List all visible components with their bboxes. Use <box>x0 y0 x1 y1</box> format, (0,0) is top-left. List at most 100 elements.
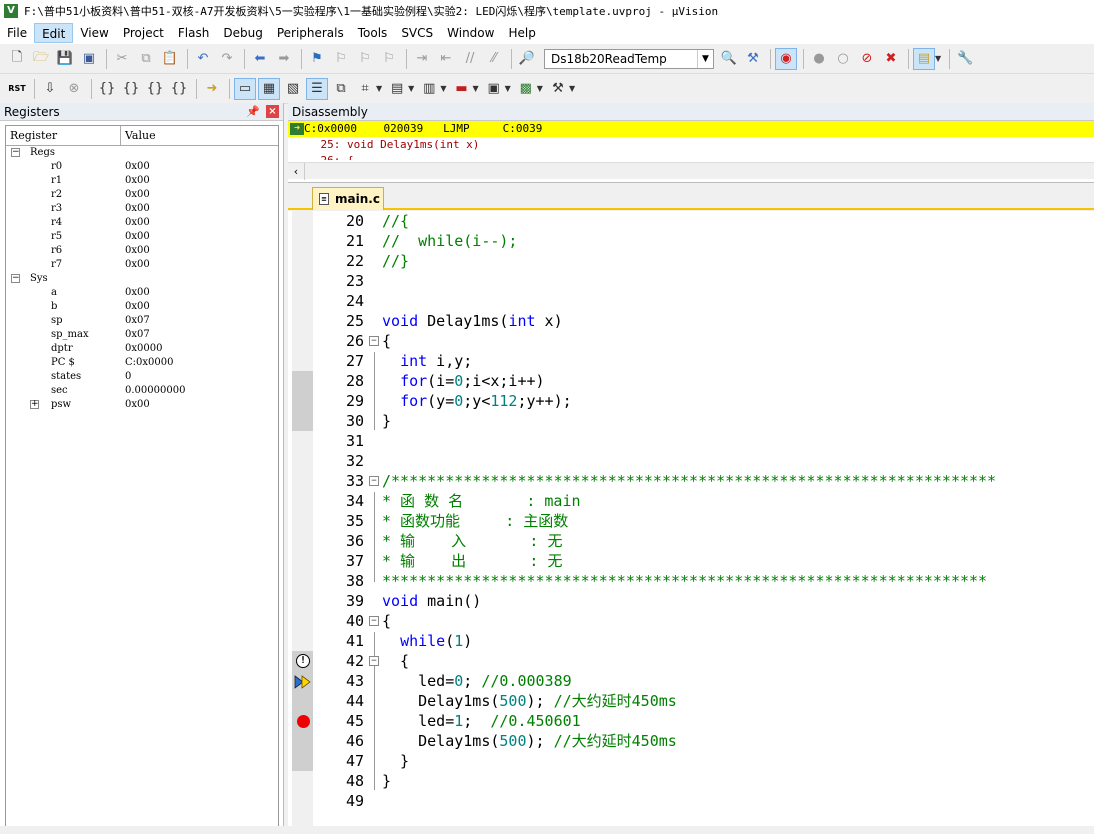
registers-window-icon[interactable]: ☰ <box>306 77 328 100</box>
undo-icon[interactable]: ↶ <box>192 48 214 70</box>
code-line[interactable]: 43 led=0; //0.000389 <box>288 671 1094 691</box>
code-line[interactable]: 31 <box>288 431 1094 451</box>
pin-icon[interactable]: 📌 <box>246 105 260 118</box>
register-value[interactable]: 0x00 <box>125 188 150 202</box>
code-line[interactable]: 30} <box>288 411 1094 431</box>
register-row[interactable]: r6 0x00 <box>6 244 278 258</box>
code-line[interactable]: 48} <box>288 771 1094 791</box>
collapse-icon[interactable]: − <box>11 274 20 283</box>
code-line[interactable]: 22 //} <box>288 251 1094 271</box>
register-row[interactable]: r5 0x00 <box>6 230 278 244</box>
register-value[interactable]: 0.00000000 <box>125 384 185 398</box>
cut-icon[interactable]: ✂ <box>111 48 133 70</box>
enable-breakpoint-icon[interactable]: ○ <box>832 48 854 70</box>
column-header-register[interactable]: Register <box>6 126 121 145</box>
insert-breakpoint-icon[interactable]: ● <box>808 48 830 70</box>
register-row[interactable]: sp_max 0x07 <box>6 328 278 342</box>
code-line[interactable]: 37 * 输 出 : 无 <box>288 551 1094 571</box>
navigate-back-icon[interactable]: ⬅ <box>249 48 271 70</box>
menu-peripherals[interactable]: Peripherals <box>270 23 351 43</box>
redo-icon[interactable]: ↷ <box>216 48 238 70</box>
paste-icon[interactable]: 📋 <box>159 48 181 70</box>
disassembly-line[interactable]: ➜ C:0x0000 020039 LJMP C:0039 <box>288 121 1094 137</box>
code-editor[interactable]: 20 //{21 // while(i--); 22 //} 23 24 25 void Del… <box>288 211 1094 834</box>
chevron-down-icon[interactable]: ▼ <box>505 84 511 93</box>
fold-toggle-icon[interactable]: − <box>369 476 379 486</box>
register-value[interactable]: 0x07 <box>125 314 150 328</box>
register-row[interactable]: b 0x00 <box>6 300 278 314</box>
menu-project[interactable]: Project <box>116 23 171 43</box>
register-value[interactable]: 0x00 <box>125 230 150 244</box>
register-row[interactable]: + psw 0x00 <box>6 398 278 412</box>
run-icon[interactable]: ⇩ <box>39 78 61 100</box>
debug-session-icon[interactable]: ◉ <box>775 47 797 70</box>
step-into-icon[interactable]: {} <box>96 78 118 100</box>
menu-help[interactable]: Help <box>501 23 542 43</box>
code-line[interactable]: 41 while(1) <box>288 631 1094 651</box>
code-line[interactable]: 33−/************************************… <box>288 471 1094 491</box>
save-all-icon[interactable]: ▣ <box>78 48 100 70</box>
analysis-window-icon[interactable]: ▬ <box>450 78 472 100</box>
menu-flash[interactable]: Flash <box>171 23 216 43</box>
chevron-down-icon[interactable]: ▼ <box>697 49 713 68</box>
register-value[interactable]: 0x00 <box>125 286 150 300</box>
register-value[interactable]: 0x0000 <box>125 342 162 356</box>
menu-file[interactable]: File <box>0 23 34 43</box>
trace-window-icon[interactable]: ▣ <box>483 78 505 100</box>
clear-bookmarks-icon[interactable]: ⚐ <box>378 48 400 70</box>
code-line[interactable]: 24 <box>288 291 1094 311</box>
code-line[interactable]: 39 void main() <box>288 591 1094 611</box>
stop-icon[interactable]: ⊗ <box>63 78 85 100</box>
code-line[interactable]: 49 <box>288 791 1094 811</box>
window-layout-icon[interactable]: ▤ <box>913 47 935 70</box>
chevron-down-icon[interactable]: ▼ <box>440 84 446 93</box>
step-out-icon[interactable]: {} <box>144 78 166 100</box>
register-row[interactable]: r2 0x00 <box>6 188 278 202</box>
scroll-left-icon[interactable]: ‹ <box>288 163 305 180</box>
find-icon[interactable]: 🔍 <box>718 48 740 70</box>
collapse-icon[interactable]: − <box>11 148 20 157</box>
register-value[interactable]: 0x00 <box>125 202 150 216</box>
code-line[interactable]: 45 led=1; //0.450601 <box>288 711 1094 731</box>
code-line[interactable]: 47 } <box>288 751 1094 771</box>
register-value[interactable]: 0x00 <box>125 174 150 188</box>
register-value[interactable]: 0x07 <box>125 328 150 342</box>
code-line[interactable]: 42−! { <box>288 651 1094 671</box>
navigate-forward-icon[interactable]: ➡ <box>273 48 295 70</box>
toolbox-icon[interactable]: ⚒ <box>547 78 569 100</box>
indent-icon[interactable]: ⇥ <box>411 48 433 70</box>
code-line[interactable]: 40−{ <box>288 611 1094 631</box>
disassembly-line[interactable]: 25: void Delay1ms(int x) <box>288 137 1094 153</box>
disable-breakpoints-icon[interactable]: ⊘ <box>856 48 878 70</box>
code-line[interactable]: 27 int i,y; <box>288 351 1094 371</box>
fold-toggle-icon[interactable]: − <box>369 656 379 666</box>
register-value[interactable]: 0x00 <box>125 216 150 230</box>
close-icon[interactable]: × <box>266 105 279 118</box>
chevron-down-icon[interactable]: ▼ <box>408 84 414 93</box>
register-row[interactable]: r3 0x00 <box>6 202 278 216</box>
register-group-row[interactable]: − Regs <box>6 146 278 160</box>
register-row[interactable]: r0 0x00 <box>6 160 278 174</box>
code-line[interactable]: 44 Delay1ms(500); //大约延时450ms <box>288 691 1094 711</box>
show-next-statement-icon[interactable]: ➜ <box>201 78 223 100</box>
menu-svcs[interactable]: SVCS <box>394 23 440 43</box>
menu-view[interactable]: View <box>73 23 115 43</box>
chevron-down-icon[interactable]: ▼ <box>472 84 478 93</box>
step-over-icon[interactable]: {} <box>120 78 142 100</box>
expand-icon[interactable]: + <box>30 400 39 409</box>
fold-toggle-icon[interactable]: − <box>369 336 379 346</box>
tab-main-c[interactable]: ≡ main.c <box>312 187 384 210</box>
symbols-window-icon[interactable]: ▧ <box>282 78 304 100</box>
column-header-value[interactable]: Value <box>121 126 156 145</box>
disassembly-line[interactable]: 26: { <box>288 153 1094 160</box>
code-line[interactable]: 32 <box>288 451 1094 471</box>
system-viewer-icon[interactable]: ▩ <box>515 78 537 100</box>
code-line[interactable]: 20 //{ <box>288 211 1094 231</box>
chevron-down-icon[interactable]: ▼ <box>376 84 382 93</box>
next-bookmark-icon[interactable]: ⚐ <box>354 48 376 70</box>
register-row[interactable]: dptr 0x0000 <box>6 342 278 356</box>
memory-window-icon[interactable]: ▤ <box>386 78 408 100</box>
unindent-icon[interactable]: ⇤ <box>435 48 457 70</box>
uncomment-icon[interactable]: ⁄⁄ <box>483 48 505 70</box>
register-row[interactable]: PC $ C:0x0000 <box>6 356 278 370</box>
